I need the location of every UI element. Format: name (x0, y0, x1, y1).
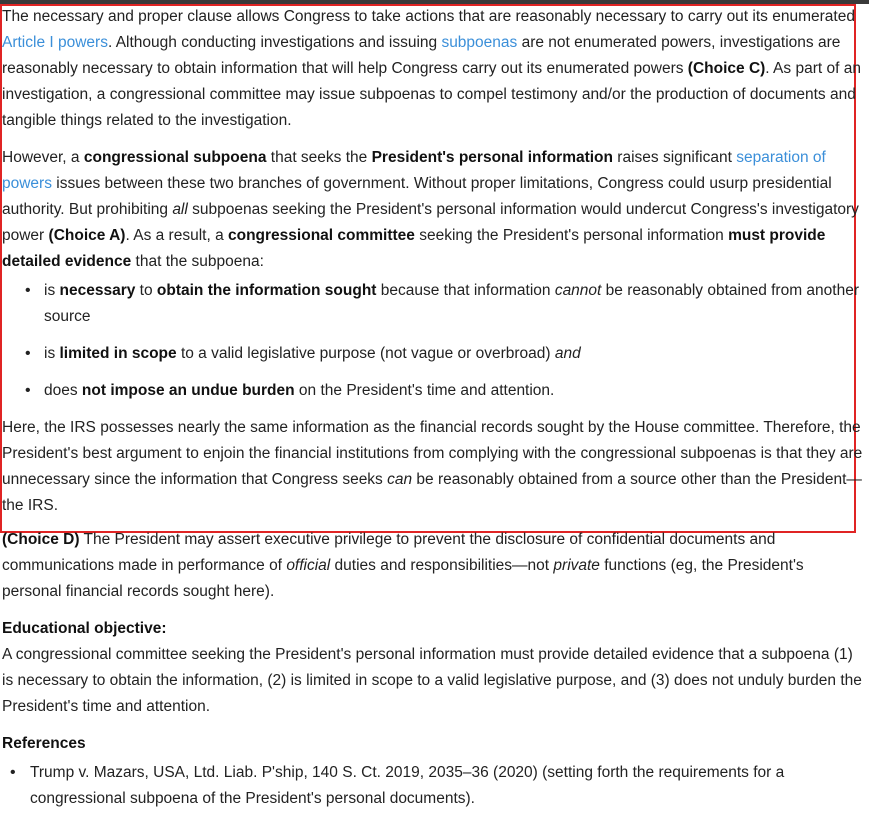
paragraph-necessary-proper: The necessary and proper clause allows C… (2, 8, 861, 129)
references-list: Trump v. Mazars, USA, Ltd. Liab. P'ship,… (2, 760, 864, 812)
paragraph-congressional-subpoena: However, a congressional subpoena that s… (2, 149, 859, 270)
explanation-content: The necessary and proper clause allows C… (2, 4, 864, 812)
subpoena-requirements-list: is necessary to obtain the information s… (2, 278, 864, 404)
references-heading: References (2, 735, 86, 752)
paragraph-irs-argument: Here, the IRS possesses nearly the same … (2, 419, 863, 514)
educational-objective-heading: Educational objective: (2, 620, 167, 637)
paragraph-choice-d: (Choice D) The President may assert exec… (2, 531, 804, 600)
choice-c-label: (Choice C) (687, 60, 766, 77)
choice-a-label: (Choice A) (48, 227, 126, 244)
list-item: is limited in scope to a valid legislati… (25, 341, 864, 367)
choice-d-label: (Choice D) (2, 531, 80, 548)
list-item: is necessary to obtain the information s… (25, 278, 864, 330)
educational-objective-text: A congressional committee seeking the Pr… (2, 646, 862, 715)
reference-item: Trump v. Mazars, USA, Ltd. Liab. P'ship,… (10, 760, 864, 812)
list-item: does not impose an undue burden on the P… (25, 378, 864, 404)
link-subpoenas[interactable]: subpoenas (441, 34, 517, 51)
link-article-i-powers[interactable]: Article I powers (2, 34, 108, 51)
